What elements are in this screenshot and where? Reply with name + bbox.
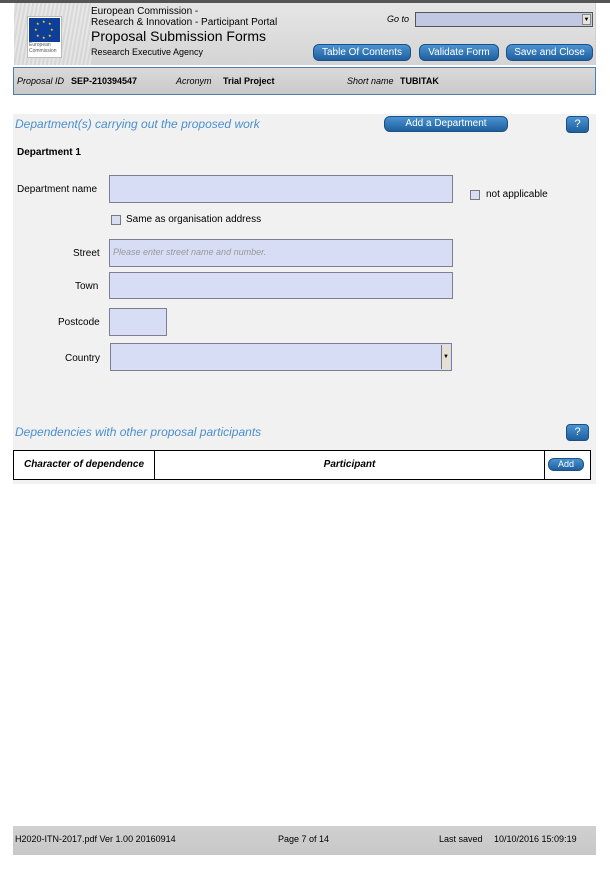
proposal-info-bar: Proposal ID SEP-210394547 Acronym Trial … <box>13 67 596 95</box>
column-header-character: Character of dependence <box>14 451 155 479</box>
footer-page-number: Page 7 of 14 <box>278 834 330 844</box>
eu-flag-icon: ★ ★ ★ ★ ★ ★ ★ ★ <box>29 18 60 42</box>
department-name-label: Department name <box>17 184 98 195</box>
page-header: ★ ★ ★ ★ ★ ★ ★ ★ European Commission Euro… <box>14 3 596 65</box>
column-header-participant: Participant <box>155 451 545 479</box>
eu-star-icon: ★ <box>48 33 52 38</box>
agency-name: Research Executive Agency <box>91 47 204 57</box>
department-name-input[interactable] <box>109 175 453 203</box>
dependencies-section-title: Dependencies with other proposal partici… <box>15 425 262 439</box>
chevron-down-icon[interactable]: ▼ <box>441 345 450 369</box>
short-name-value: TUBITAK <box>400 76 439 86</box>
dependencies-help-button[interactable]: ? <box>566 424 589 441</box>
short-name-label: Short name <box>347 76 394 86</box>
eu-star-icon: ★ <box>36 33 40 38</box>
footer-file-version: H2020-ITN-2017.pdf Ver 1.00 20160914 <box>15 834 176 844</box>
european-commission-logo: ★ ★ ★ ★ ★ ★ ★ ★ European Commission <box>27 16 62 58</box>
eu-star-icon: ★ <box>36 21 40 26</box>
proposal-id-value: SEP-210394547 <box>71 76 138 86</box>
street-label: Street <box>73 248 100 259</box>
eu-star-icon: ★ <box>42 35 46 40</box>
goto-label: Go to <box>387 14 410 24</box>
not-applicable-label: not applicable <box>486 189 548 200</box>
town-input[interactable] <box>109 272 453 299</box>
org-line-1: European Commission - <box>91 6 199 17</box>
page-footer: H2020-ITN-2017.pdf Ver 1.00 20160914 Pag… <box>13 826 596 855</box>
departments-help-button[interactable]: ? <box>566 116 589 133</box>
eu-star-icon: ★ <box>34 27 38 32</box>
same-as-org-address-checkbox[interactable] <box>111 215 121 225</box>
footer-last-saved-value: 10/10/2016 15:09:19 <box>494 834 577 844</box>
street-input[interactable]: Please enter street name and number. <box>109 239 453 267</box>
town-label: Town <box>75 281 99 292</box>
postcode-input[interactable] <box>109 308 167 336</box>
footer-last-saved-label: Last saved <box>439 834 483 844</box>
country-label: Country <box>65 353 101 364</box>
page-title: Proposal Submission Forms <box>91 28 267 44</box>
country-select[interactable]: ▼ <box>110 343 452 371</box>
eu-star-icon: ★ <box>48 21 52 26</box>
add-department-button[interactable]: Add a Department <box>384 116 508 132</box>
table-of-contents-button[interactable]: Table Of Contents <box>313 44 411 61</box>
postcode-label: Postcode <box>58 317 100 328</box>
save-and-close-button[interactable]: Save and Close <box>506 44 593 61</box>
not-applicable-checkbox[interactable] <box>470 190 480 200</box>
goto-select[interactable]: ▼ <box>415 12 593 27</box>
chevron-down-icon[interactable]: ▼ <box>582 14 591 25</box>
validate-form-button[interactable]: Validate Form <box>419 44 499 61</box>
form-panel: Department(s) carrying out the proposed … <box>13 114 596 484</box>
dependencies-table: Character of dependence Participant Add <box>13 450 591 480</box>
eu-star-icon: ★ <box>42 19 46 24</box>
logo-text: European Commission <box>29 42 57 54</box>
departments-section-title: Department(s) carrying out the proposed … <box>15 117 260 131</box>
acronym-label: Acronym <box>176 76 212 86</box>
proposal-id-label: Proposal ID <box>17 76 65 86</box>
add-dependency-button[interactable]: Add <box>548 458 584 471</box>
department-heading: Department 1 <box>17 147 81 158</box>
eu-star-icon: ★ <box>50 27 54 32</box>
acronym-value: Trial Project <box>223 76 275 86</box>
same-as-org-address-label: Same as organisation address <box>126 214 262 225</box>
org-line-2: Research & Innovation - Participant Port… <box>91 17 278 28</box>
